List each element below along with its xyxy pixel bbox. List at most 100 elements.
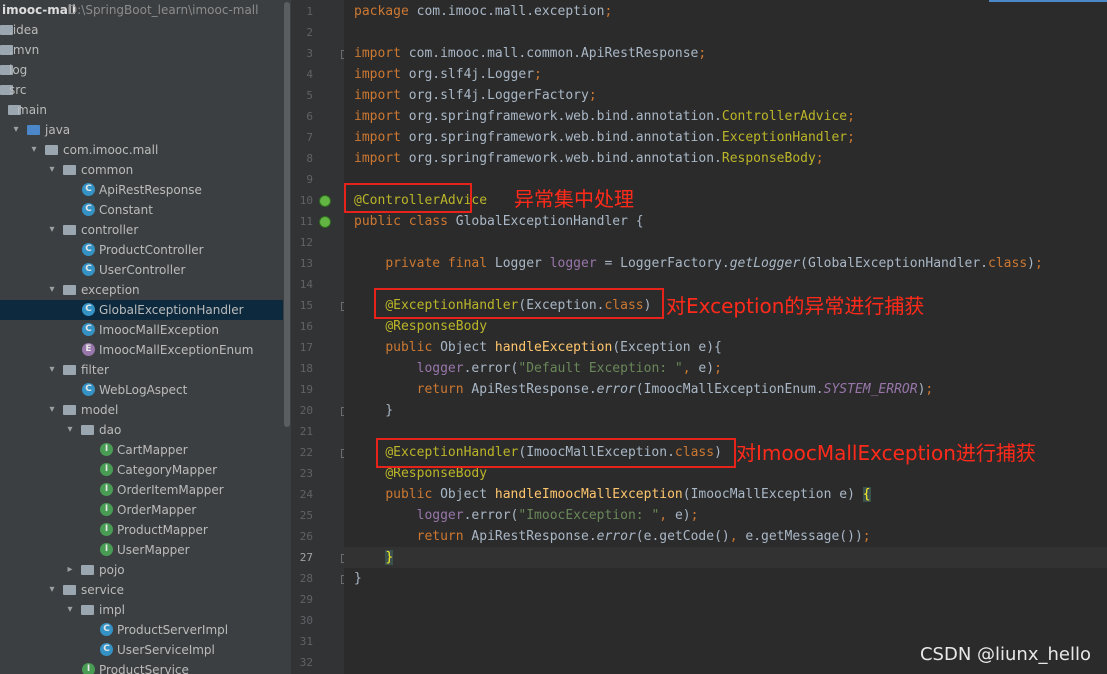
code-line: public Object handleImoocMallException(I…	[385, 487, 871, 502]
package-icon	[81, 605, 94, 615]
line-number: 20	[299, 404, 313, 417]
line-number: 25	[299, 509, 313, 522]
class-icon: C	[82, 263, 95, 276]
tree-item[interactable]: log	[0, 60, 283, 80]
tree-item-label: ApiRestResponse	[99, 183, 202, 197]
tree-item[interactable]: ▾ impl	[0, 600, 283, 620]
code-line: import org.slf4j.LoggerFactory;	[354, 88, 597, 103]
chevron-down-icon[interactable]: ▾	[64, 600, 76, 620]
tree-item[interactable]: C ProductServerImpl	[0, 620, 283, 640]
tree-root[interactable]: imooc-mall D:\SpringBoot_learn\imooc-mal…	[0, 0, 283, 20]
line-number: 26	[299, 530, 313, 543]
tree-item[interactable]: C GlobalExceptionHandler	[0, 300, 283, 320]
tree-item[interactable]: C UserServiceImpl	[0, 640, 283, 660]
tree-item-label: ProductServerImpl	[117, 623, 229, 637]
line-number: 4	[306, 68, 313, 81]
interface-icon: I	[82, 663, 95, 674]
chevron-right-icon[interactable]: ▸	[64, 560, 76, 580]
tree-item[interactable]: C ProductController	[0, 240, 283, 260]
line-number: 13	[299, 257, 313, 270]
spring-bean-icon[interactable]	[319, 216, 331, 228]
line-number: 12	[299, 236, 313, 249]
class-icon: C	[82, 183, 95, 196]
tree-item[interactable]: C ApiRestResponse	[0, 180, 283, 200]
line-number: 14	[299, 278, 313, 291]
code-line: }	[354, 571, 362, 586]
line-number: 10	[299, 194, 313, 207]
line-number: 9	[306, 173, 313, 186]
project-tree: imooc-mall D:\SpringBoot_learn\imooc-mal…	[0, 0, 283, 674]
chevron-down-icon[interactable]: ▾	[46, 360, 58, 380]
tree-scroll-thumb[interactable]	[284, 2, 290, 427]
tree-item[interactable]: ▾ controller	[0, 220, 283, 240]
tree-item[interactable]: ▾ common	[0, 160, 283, 180]
tree-item[interactable]: I ProductService	[0, 660, 283, 674]
code-line: }	[344, 547, 1107, 568]
code-line: private final Logger logger = LoggerFact…	[385, 256, 1043, 271]
tree-item[interactable]: I ProductMapper	[0, 520, 283, 540]
line-number: 32	[299, 656, 313, 669]
watermark: CSDN @liunx_hello	[919, 644, 1091, 665]
tree-scrollbar[interactable]	[283, 0, 291, 674]
tree-item-label: .idea	[9, 23, 39, 37]
chevron-down-icon[interactable]: ▾	[46, 160, 58, 180]
tree-item[interactable]: ▾ model	[0, 400, 283, 420]
tree-item[interactable]: .idea	[0, 20, 283, 40]
line-number: 11	[299, 215, 313, 228]
tree-item[interactable]: ▾ com.imooc.mall	[0, 140, 283, 160]
chevron-down-icon[interactable]: ▾	[64, 420, 76, 440]
tree-item[interactable]: ▾ service	[0, 580, 283, 600]
line-number: 2	[306, 26, 313, 39]
chevron-down-icon[interactable]: ▾	[46, 580, 58, 600]
code-line: }	[354, 403, 394, 418]
tree-item[interactable]: C ImoocMallException	[0, 320, 283, 340]
chevron-down-icon[interactable]: ▾	[28, 140, 40, 160]
tree-item[interactable]: I CartMapper	[0, 440, 283, 460]
tree-item[interactable]: I OrderMapper	[0, 500, 283, 520]
code-line: package com.imooc.mall.exception;	[354, 4, 613, 19]
tree-item-label: com.imooc.mall	[63, 143, 159, 157]
interface-icon: I	[100, 543, 113, 556]
spring-bean-icon[interactable]	[319, 195, 331, 207]
tree-item[interactable]: ▸ pojo	[0, 560, 283, 580]
tree-item[interactable]: ▾ filter	[0, 360, 283, 380]
line-number: 23	[299, 467, 313, 480]
tree-item-label: common	[81, 163, 134, 177]
tree-item-label: GlobalExceptionHandler	[99, 303, 244, 317]
tree-item[interactable]: I OrderItemMapper	[0, 480, 283, 500]
tree-item[interactable]: src	[0, 80, 283, 100]
line-number: 19	[299, 383, 313, 396]
tree-item-label: OrderMapper	[117, 503, 197, 517]
line-number: 17	[299, 341, 313, 354]
tree-item[interactable]: ▾ dao	[0, 420, 283, 440]
chevron-down-icon[interactable]: ▾	[46, 400, 58, 420]
line-number: 27	[299, 551, 313, 564]
line-number: 29	[299, 593, 313, 606]
code-line: logger.error("ImoocException: ", e);	[416, 508, 699, 523]
code-line: public Object handleException(Exception …	[385, 340, 722, 355]
tree-item[interactable]: ▾ java	[0, 120, 283, 140]
line-number: 31	[299, 635, 313, 648]
tree-item-label: java	[45, 123, 71, 137]
tree-item[interactable]: ▾ exception	[0, 280, 283, 300]
tree-item[interactable]: I CategoryMapper	[0, 460, 283, 480]
chevron-down-icon[interactable]: ▾	[46, 220, 58, 240]
tree-item[interactable]: main	[0, 100, 283, 120]
line-number: 1	[306, 5, 313, 18]
tree-item-label: UserController	[99, 263, 186, 277]
tree-item[interactable]: .mvn	[0, 40, 283, 60]
interface-icon: I	[100, 523, 113, 536]
code-editor[interactable]: package com.imooc.mall.exception; import …	[344, 0, 1107, 674]
tree-item[interactable]: E ImoocMallExceptionEnum	[0, 340, 283, 360]
tree-item[interactable]: C Constant	[0, 200, 283, 220]
editor-gutter: 1 2 3 4 5 6 7 8 9 10 11 12 13 14 15 16 17 18 19 20 21 22 23 24 2…	[291, 0, 350, 674]
code-line: import org.springframework.web.bind.anno…	[354, 151, 824, 166]
interface-icon: I	[100, 503, 113, 516]
note-imooc-exception-catch: 对ImoocMallException进行捕获	[736, 441, 1036, 465]
chevron-down-icon[interactable]: ▾	[46, 280, 58, 300]
tree-item[interactable]: C WebLogAspect	[0, 380, 283, 400]
tree-item-label: filter	[81, 363, 109, 377]
tree-item[interactable]: I UserMapper	[0, 540, 283, 560]
tree-item[interactable]: C UserController	[0, 260, 283, 280]
chevron-down-icon[interactable]: ▾	[10, 120, 22, 140]
